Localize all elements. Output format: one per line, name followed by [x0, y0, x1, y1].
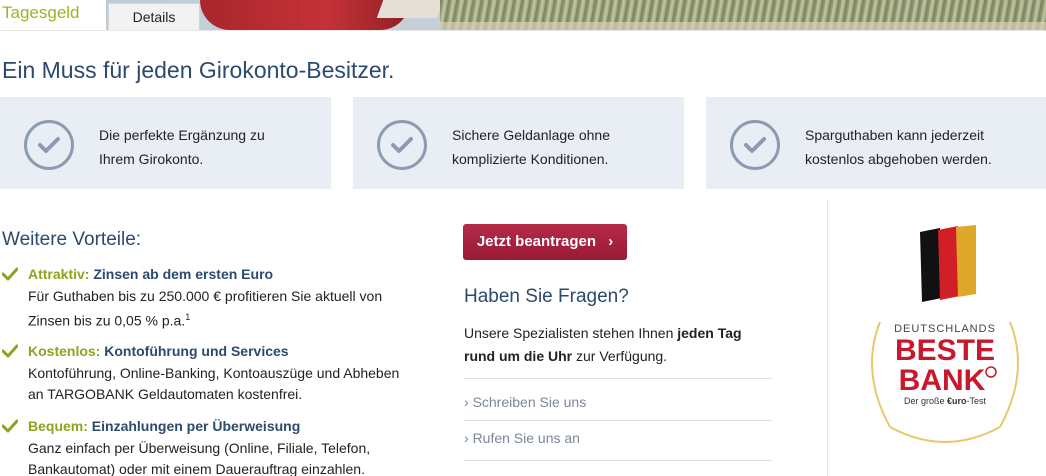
chevron-right-icon: ›: [464, 394, 469, 410]
feature-box-sicher: Sichere Geldanlage ohne komplizierte Kon…: [353, 97, 684, 189]
advantage-desc-line2: Zinsen bis zu 0,05 % p.a.: [28, 312, 186, 329]
column-divider: [827, 200, 828, 476]
feature-text-line2: Ihrem Girokonto.: [99, 151, 204, 167]
advantage-title: Einzahlungen per Überweisung: [91, 418, 301, 434]
page-title: Ein Muss für jeden Girokonto-Besitzer.: [2, 57, 395, 83]
feature-box-ergaenzung: Die perfekte Ergänzung zu Ihrem Girokont…: [0, 97, 331, 189]
badge-bottom-c: -Test: [967, 396, 987, 406]
banner-sand: [440, 22, 1046, 30]
check-circle-icon: [24, 120, 74, 170]
advantage-title: Zinsen ab dem ersten Euro: [93, 266, 274, 282]
beste-bank-award-badge: DEUTSCHLANDS BESTE BANK Der große €uro-T…: [850, 222, 1040, 476]
write-us-link[interactable]: › Schreiben Sie uns: [464, 394, 586, 410]
feature-text-line1: Sichere Geldanlage ohne: [452, 127, 611, 143]
call-us-label: Rufen Sie uns an: [472, 430, 580, 446]
footnote-marker[interactable]: 1: [185, 312, 190, 322]
tab-divider: [0, 30, 1046, 31]
divider: [464, 420, 772, 421]
advantage-desc-line1: Kontoführung, Online-Banking, Kontoauszü…: [28, 365, 400, 381]
chevron-right-icon: ›: [464, 430, 469, 446]
german-flag-icon: [920, 225, 976, 302]
banner-white-chair: [376, 0, 444, 18]
advantages-heading: Weitere Vorteile:: [2, 229, 142, 250]
write-us-label: Schreiben Sie uns: [472, 394, 587, 410]
check-circle-icon: [730, 120, 780, 170]
green-check-icon: [2, 419, 18, 433]
check-circle-icon: [377, 120, 427, 170]
feature-text: Sparguthaben kann jederzeit kostenlos ab…: [805, 123, 1015, 171]
tab-details-label: Details: [132, 9, 176, 25]
badge-bottom-text: Der große €uro-Test: [904, 396, 987, 406]
divider: [464, 460, 772, 461]
questions-text-d: zur Verfügung.: [572, 348, 668, 364]
feature-box-sparguthaben: Sparguthaben kann jederzeit kostenlos ab…: [706, 97, 1046, 189]
advantage-desc-line1: Für Guthaben bis zu 250.000 € profitiere…: [28, 288, 383, 304]
green-check-icon: [2, 267, 18, 281]
advantage-desc-line2: Bankautomat) oder mit einem Dauerauftrag…: [28, 461, 365, 476]
green-check-icon: [2, 344, 18, 358]
apply-button-label: Jetzt beantragen: [476, 233, 597, 250]
tab-details[interactable]: Details: [108, 3, 200, 30]
feature-text-line1: Die perfekte Ergänzung zu: [99, 127, 265, 143]
questions-text-c: rund um die Uhr: [464, 348, 573, 364]
tab-tagesgeld[interactable]: Tagesgeld: [0, 0, 106, 30]
badge-bottom-b: €uro: [947, 396, 967, 406]
feature-text: Sichere Geldanlage ohne komplizierte Kon…: [452, 123, 662, 171]
badge-bottom-a: Der große: [904, 396, 947, 406]
feature-text-line2: komplizierte Konditionen.: [452, 151, 609, 167]
advantage-desc-line1: Ganz einfach per Überweisung (Online, Fi…: [28, 440, 371, 456]
feature-text: Die perfekte Ergänzung zu Ihrem Girokont…: [99, 123, 309, 171]
advantage-label: Attraktiv:: [28, 266, 90, 282]
questions-text-b: jeden Tag: [677, 325, 742, 341]
feature-text-line1: Sparguthaben kann jederzeit: [805, 127, 985, 143]
badge-bank-text: BANK: [899, 364, 986, 397]
advantage-desc-line2: an TARGOBANK Geldautomaten kostenfrei.: [28, 386, 303, 402]
questions-text-a: Unsere Spezialisten stehen Ihnen: [464, 325, 678, 341]
advantage-title: Kontoführung und Services: [104, 343, 289, 359]
tab-tagesgeld-label: Tagesgeld: [2, 3, 80, 22]
call-us-link[interactable]: › Rufen Sie uns an: [464, 430, 580, 446]
divider: [464, 378, 772, 379]
chevron-right-icon: ›: [608, 233, 614, 250]
questions-heading: Haben Sie Fragen?: [464, 286, 629, 307]
advantage-label: Kostenlos:: [28, 343, 101, 359]
questions-text: Unsere Spezialisten stehen Ihnen jeden T…: [464, 322, 784, 368]
apply-button[interactable]: Jetzt beantragen ›: [463, 224, 627, 260]
advantage-label: Bequem:: [28, 418, 88, 434]
badge-beste-text: BESTE: [895, 334, 995, 367]
euro-circle-icon: [985, 366, 997, 378]
feature-text-line2: kostenlos abgehoben werden.: [805, 151, 992, 167]
